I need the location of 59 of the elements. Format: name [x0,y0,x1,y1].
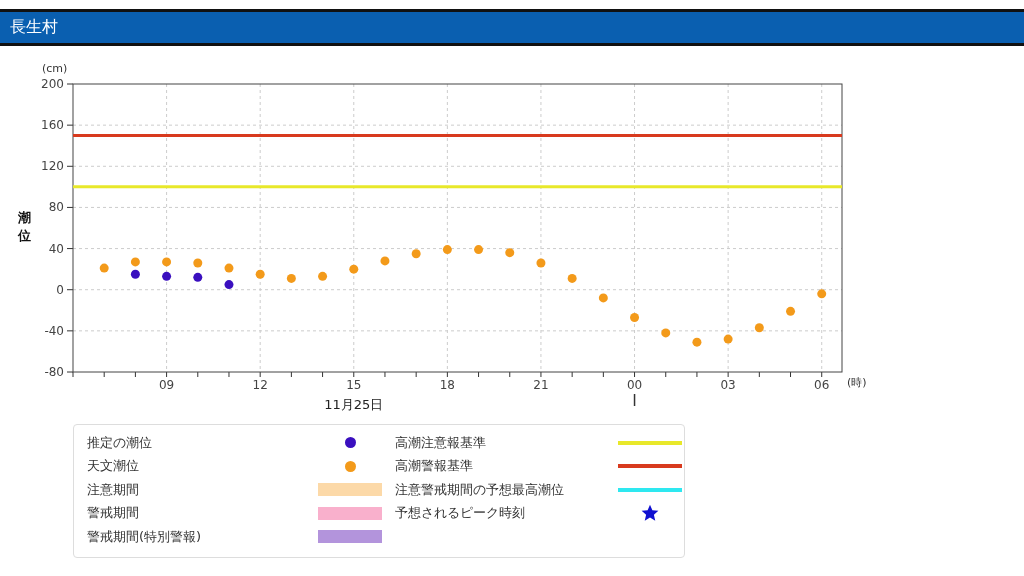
date-label: 11月25日 [324,397,384,412]
data-point [817,289,827,299]
y-tick-label: 40 [48,241,64,256]
legend-label: 警戒期間(特別警報) [87,527,203,546]
data-point [130,257,140,267]
data-point [567,273,577,283]
data-point [349,264,359,274]
page-title: 長生村 [10,17,58,38]
data-point [411,249,421,259]
x-tick-label: 00 [626,378,643,392]
legend-label: 高潮警報基準 [395,457,474,476]
legend-label: 注意警戒期間の予想最高潮位 [395,480,565,499]
legend-label: 推定の潮位 [87,433,153,452]
x-tick-label: 06 [814,378,830,392]
data-point [505,248,515,258]
data-point [598,293,608,303]
data-point [786,306,796,316]
legend-label: 天文潮位 [87,457,140,476]
day-boundary-mark [633,393,636,407]
data-point [99,263,109,273]
x-unit-label: (時) [847,376,867,389]
data-point [318,271,328,281]
data-point [193,258,203,268]
y-tick-label: 160 [41,118,64,133]
data-point [692,337,702,347]
y-axis-label: 潮位 [18,210,31,243]
legend-label: 高潮注意報基準 [395,433,487,452]
legend-label: 警戒期間 [87,504,140,523]
data-point [224,280,234,290]
x-tick-label: 15 [346,378,362,392]
data-point [162,271,172,281]
data-point [442,245,452,255]
data-point [630,313,640,322]
data-point [130,269,140,279]
x-tick-label: 18 [439,378,455,392]
y-unit-label: (cm) [42,62,68,75]
y-tick-label: 80 [48,200,64,215]
legend-label: 注意期間 [87,480,140,499]
x-tick-label: 03 [720,378,736,392]
data-point [536,258,546,268]
x-tick-label: 09 [158,378,175,392]
legend-label: 予想されるピーク時刻 [395,504,526,523]
data-point [162,257,172,267]
y-tick-label: 0 [56,282,64,297]
data-point [474,245,484,255]
data-point [255,269,265,279]
x-tick-label: 21 [533,378,549,392]
y-tick-label: 200 [41,77,64,91]
data-point [723,334,733,344]
data-point [661,328,671,338]
y-tick-label: -40 [44,323,64,338]
data-point [754,323,764,333]
y-tick-label: 120 [41,159,64,174]
data-point [224,263,234,273]
data-point [286,273,296,283]
data-point [380,256,390,266]
data-point [193,272,203,282]
y-tick-label: -80 [44,365,64,379]
x-tick-label: 12 [252,378,268,392]
